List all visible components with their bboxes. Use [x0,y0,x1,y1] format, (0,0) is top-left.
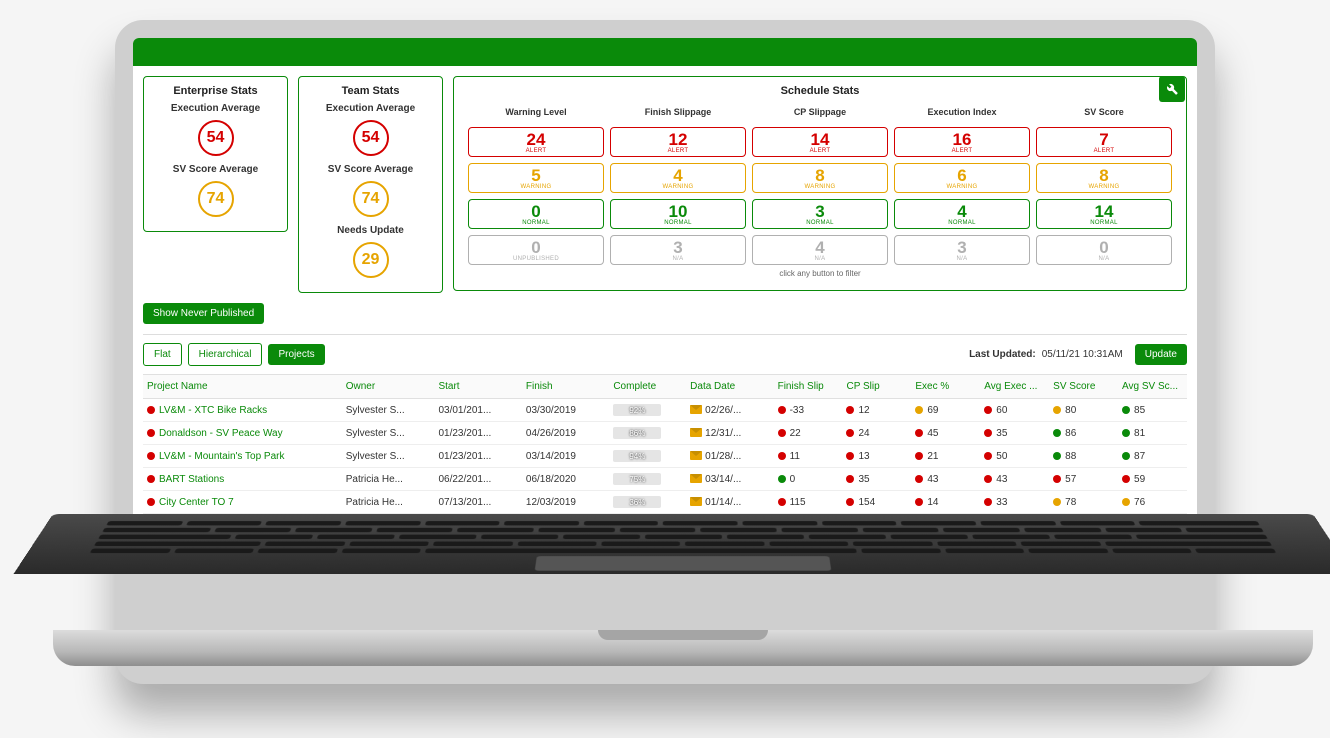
project-name-link[interactable]: LV&M - Mountain's Top Park [159,451,284,462]
table-header[interactable]: Avg SV Sc... [1118,375,1187,399]
schedule-title: Schedule Stats [464,85,1176,97]
schedule-filter-cell[interactable]: 4NORMAL [894,199,1030,229]
progress-bar: 94% [613,450,661,462]
schedule-filter-cell[interactable]: 24ALERT [468,127,604,157]
schedule-filter-cell[interactable]: 12ALERT [610,127,746,157]
progress-bar: 86% [613,427,661,439]
progress-bar: 36% [613,496,661,508]
enterprise-exec-label: Execution Average [154,103,277,114]
table-row[interactable]: LV&M - Mountain's Top ParkSylvester S...… [143,445,1187,468]
table-header[interactable]: Data Date [686,375,773,399]
laptop-keyboard [14,514,1330,574]
last-updated-label: Last Updated: [969,349,1036,360]
schedule-col-header: Execution Index [894,107,1030,121]
team-stats-panel: Team Stats Execution Average 54 SV Score… [298,76,443,293]
team-exec-value: 54 [353,120,389,156]
laptop-frame: Enterprise Stats Execution Average 54 SV… [115,20,1215,684]
schedule-filter-cell[interactable]: 0NORMAL [468,199,604,229]
settings-button[interactable] [1159,76,1185,102]
schedule-col-header: Finish Slippage [610,107,746,121]
schedule-filter-cell[interactable]: 6WARNING [894,163,1030,193]
table-header[interactable]: SV Score [1049,375,1118,399]
team-needs-value: 29 [353,242,389,278]
table-row[interactable]: City Center TO 7Patricia He...07/13/201.… [143,491,1187,514]
team-needs-label: Needs Update [309,225,432,236]
schedule-filter-cell[interactable]: 0N/A [1036,235,1172,265]
schedule-filter-cell[interactable]: 8WARNING [752,163,888,193]
wrench-icon [1165,82,1179,96]
enterprise-sv-value: 74 [198,181,234,217]
table-header[interactable]: Start [434,375,521,399]
schedule-filter-cell[interactable]: 14NORMAL [1036,199,1172,229]
schedule-filter-cell[interactable]: 5WARNING [468,163,604,193]
table-header[interactable]: Exec % [911,375,980,399]
hierarchical-button[interactable]: Hierarchical [188,343,263,366]
schedule-col-header: CP Slippage [752,107,888,121]
projects-table: Project NameOwnerStartFinishCompleteData… [143,374,1187,514]
schedule-filter-cell[interactable]: 10NORMAL [610,199,746,229]
table-header[interactable]: Owner [342,375,435,399]
schedule-col-header: SV Score [1036,107,1172,121]
table-header[interactable]: Project Name [143,375,342,399]
schedule-filter-cell[interactable]: 4WARNING [610,163,746,193]
mail-icon [690,451,702,460]
mail-icon [690,405,702,414]
project-name-link[interactable]: BART Stations [159,474,224,485]
schedule-filter-cell[interactable]: 3NORMAL [752,199,888,229]
team-sv-label: SV Score Average [309,164,432,175]
team-sv-value: 74 [353,181,389,217]
last-updated-value: 05/11/21 10:31AM [1042,349,1123,360]
progress-bar: 75% [613,473,661,485]
project-name-link[interactable]: LV&M - XTC Bike Racks [159,405,267,416]
schedule-filter-cell[interactable]: 4N/A [752,235,888,265]
team-title: Team Stats [309,85,432,97]
stats-row: Enterprise Stats Execution Average 54 SV… [143,76,1187,293]
table-header[interactable]: CP Slip [842,375,911,399]
mail-icon [690,474,702,483]
mail-icon [690,428,702,437]
divider [143,334,1187,335]
enterprise-sv-label: SV Score Average [154,164,277,175]
progress-bar: 92% [613,404,661,416]
table-header[interactable]: Finish Slip [774,375,843,399]
enterprise-exec-value: 54 [198,120,234,156]
projects-button[interactable]: Projects [268,344,324,365]
screen: Enterprise Stats Execution Average 54 SV… [133,38,1197,524]
app-topbar [133,38,1197,66]
table-header[interactable]: Complete [609,375,686,399]
table-row[interactable]: Donaldson - SV Peace WaySylvester S...01… [143,422,1187,445]
schedule-filter-cell[interactable]: 16ALERT [894,127,1030,157]
project-name-link[interactable]: City Center TO 7 [159,497,234,508]
project-name-link[interactable]: Donaldson - SV Peace Way [159,428,283,439]
enterprise-title: Enterprise Stats [154,85,277,97]
table-row[interactable]: LV&M - XTC Bike RacksSylvester S...03/01… [143,399,1187,422]
table-header[interactable]: Avg Exec ... [980,375,1049,399]
mail-icon [690,497,702,506]
schedule-hint: click any button to filter [464,269,1176,278]
flat-button[interactable]: Flat [143,343,182,366]
table-header[interactable]: Finish [522,375,609,399]
team-exec-label: Execution Average [309,103,432,114]
table-row[interactable]: BART StationsPatricia He...06/22/201...0… [143,468,1187,491]
laptop-base [53,630,1313,666]
schedule-filter-cell[interactable]: 3N/A [610,235,746,265]
schedule-col-header: Warning Level [468,107,604,121]
schedule-stats-panel: Schedule Stats Warning Level Finish Slipp… [453,76,1187,291]
schedule-filter-cell[interactable]: 0UNPUBLISHED [468,235,604,265]
show-never-published-button[interactable]: Show Never Published [143,303,264,324]
schedule-filter-cell[interactable]: 7ALERT [1036,127,1172,157]
enterprise-stats-panel: Enterprise Stats Execution Average 54 SV… [143,76,288,232]
schedule-filter-cell[interactable]: 8WARNING [1036,163,1172,193]
schedule-filter-cell[interactable]: 3N/A [894,235,1030,265]
schedule-filter-cell[interactable]: 14ALERT [752,127,888,157]
update-button[interactable]: Update [1135,344,1187,365]
